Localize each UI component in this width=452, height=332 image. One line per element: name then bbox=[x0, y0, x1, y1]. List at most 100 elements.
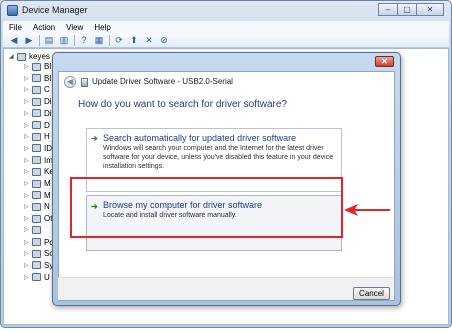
expand-arrow-icon[interactable]: ▷ bbox=[24, 98, 32, 105]
dialog-footer bbox=[58, 277, 393, 300]
scan-hardware-icon[interactable]: ⟳ bbox=[113, 35, 125, 46]
tree-item[interactable]: ▷ N bbox=[24, 202, 50, 211]
computer-icon bbox=[17, 52, 26, 61]
tree-item[interactable]: ▷ Sy bbox=[24, 261, 53, 270]
expand-arrow-icon[interactable]: ▷ bbox=[24, 145, 32, 152]
tree-item-label: D bbox=[44, 120, 50, 130]
network-adapter-icon bbox=[32, 202, 41, 211]
computer-icon bbox=[32, 62, 41, 71]
tree-item[interactable]: ▷ Im bbox=[24, 156, 53, 165]
tree-item[interactable]: ▷ Di bbox=[24, 109, 52, 118]
annotation-highlight-box bbox=[70, 177, 343, 238]
disable-device-icon[interactable]: ⊘ bbox=[158, 35, 170, 46]
update-driver-icon[interactable]: ⬆ bbox=[128, 35, 140, 46]
expand-arrow-icon[interactable]: ▷ bbox=[24, 86, 32, 93]
console-tree-icon[interactable]: ▤ bbox=[43, 35, 55, 46]
menu-file[interactable]: File bbox=[9, 23, 22, 32]
green-arrow-icon: ➔ bbox=[91, 134, 98, 143]
device-icon bbox=[81, 78, 88, 87]
menu-help[interactable]: Help bbox=[94, 23, 110, 32]
tree-item[interactable]: ▷ bbox=[24, 225, 44, 234]
forward-arrow-icon[interactable]: ▶ bbox=[23, 35, 35, 46]
expand-arrow-icon[interactable]: ▷ bbox=[24, 215, 32, 222]
display-adapter-icon bbox=[32, 109, 41, 118]
tree-root[interactable]: ◢ keyes bbox=[9, 52, 50, 61]
window-controls: – ▢ ✕ bbox=[378, 3, 444, 16]
unknown-device-icon bbox=[32, 225, 41, 234]
sound-icon bbox=[32, 249, 41, 258]
dialog-close-button[interactable]: ✕ bbox=[375, 56, 394, 67]
expand-arrow-icon[interactable]: ▷ bbox=[24, 226, 32, 233]
tree-item[interactable]: ▷ ID bbox=[24, 144, 52, 153]
close-button[interactable]: ✕ bbox=[416, 3, 444, 16]
tree-item[interactable]: ▷ C bbox=[24, 85, 50, 94]
expand-arrow-icon[interactable]: ▷ bbox=[24, 63, 32, 70]
tree-item[interactable]: ▷ M bbox=[24, 179, 51, 188]
expand-arrow-icon[interactable]: ▷ bbox=[24, 180, 32, 187]
tree-item[interactable]: ▷ U bbox=[24, 273, 50, 282]
tree-item-label: Di bbox=[44, 108, 52, 118]
tree-item[interactable]: ▷ D bbox=[24, 121, 50, 130]
help-icon[interactable]: ? bbox=[78, 35, 90, 46]
expand-arrow-icon[interactable]: ▷ bbox=[24, 239, 32, 246]
tree-item[interactable]: ▷ Di bbox=[24, 97, 52, 106]
computer-icon bbox=[32, 85, 41, 94]
menu-action[interactable]: Action bbox=[33, 23, 55, 32]
disk-drive-icon bbox=[32, 97, 41, 106]
toolbar-separator bbox=[109, 34, 110, 46]
menu-bar: File Action View Help bbox=[3, 21, 449, 33]
tree-item-label: Bl bbox=[44, 73, 52, 83]
toolbar: ◀ ▶ ▤ ▥ ? ▦ ⟳ ⬆ ✕ ⊘ bbox=[3, 33, 449, 48]
back-button[interactable]: ◀ bbox=[64, 76, 76, 88]
toolbar-separator bbox=[74, 34, 75, 46]
window-title: Device Manager bbox=[22, 5, 88, 15]
expand-arrow-icon[interactable]: ▷ bbox=[24, 75, 32, 82]
option-description: Windows will search your computer and th… bbox=[103, 145, 334, 170]
menu-view[interactable]: View bbox=[66, 23, 83, 32]
tree-item-label: H bbox=[44, 132, 50, 142]
maximize-button[interactable]: ▢ bbox=[397, 3, 417, 16]
other-devices-icon bbox=[32, 214, 41, 223]
expand-arrow-icon[interactable]: ▷ bbox=[24, 168, 32, 175]
toolbar-separator bbox=[39, 34, 40, 46]
tree-item[interactable]: ▷ H bbox=[24, 132, 50, 141]
hid-icon bbox=[32, 132, 41, 141]
expand-arrow-icon[interactable]: ▷ bbox=[24, 122, 32, 129]
tree-item-label: U bbox=[44, 272, 50, 282]
expand-arrow-icon[interactable]: ▷ bbox=[24, 133, 32, 140]
cancel-button[interactable]: Cancel bbox=[353, 287, 390, 300]
back-arrow-icon[interactable]: ◀ bbox=[8, 35, 20, 46]
expand-arrow-icon[interactable]: ▷ bbox=[24, 250, 32, 257]
tree-item-label: Bl bbox=[44, 62, 52, 71]
action-pane-icon[interactable]: ▦ bbox=[93, 35, 105, 46]
tree-item[interactable]: ▷ Bl bbox=[24, 62, 51, 71]
tree-item[interactable]: ▷ Pc bbox=[24, 238, 53, 247]
tree-item[interactable]: ▷ Bl bbox=[24, 74, 51, 83]
expand-arrow-icon[interactable]: ▷ bbox=[24, 192, 32, 199]
expand-arrow-icon[interactable]: ▷ bbox=[24, 274, 32, 281]
expand-arrow-icon[interactable]: ◢ bbox=[9, 53, 17, 60]
tree-item[interactable]: ▷ Ke bbox=[24, 167, 54, 176]
expand-arrow-icon[interactable]: ▷ bbox=[24, 157, 32, 164]
tree-root-label: keyes bbox=[29, 52, 50, 61]
bluetooth-icon bbox=[32, 74, 41, 83]
dialog-title: Update Driver Software - USB2.0-Serial bbox=[92, 77, 233, 86]
tree-item[interactable]: ▷ Sc bbox=[24, 249, 53, 258]
ide-controller-icon bbox=[32, 144, 41, 153]
expand-arrow-icon[interactable]: ▷ bbox=[24, 110, 32, 117]
uninstall-icon[interactable]: ✕ bbox=[143, 35, 155, 46]
tree-item-label: Di bbox=[44, 97, 52, 107]
tree-item[interactable]: ▷ M bbox=[24, 191, 51, 200]
dvd-drive-icon bbox=[32, 121, 41, 129]
imaging-device-icon bbox=[32, 156, 41, 165]
tree-item-label: C bbox=[44, 85, 50, 95]
monitor-icon bbox=[32, 191, 41, 200]
tree-item[interactable]: ▷ Ot bbox=[24, 214, 52, 223]
expand-arrow-icon[interactable]: ▷ bbox=[24, 203, 32, 210]
minimize-button[interactable]: – bbox=[378, 3, 398, 16]
system-devices-icon bbox=[32, 261, 41, 270]
usb-controller-icon bbox=[32, 273, 41, 282]
dialog-heading: How do you want to search for driver sof… bbox=[78, 99, 287, 110]
properties-icon[interactable]: ▥ bbox=[58, 35, 70, 46]
expand-arrow-icon[interactable]: ▷ bbox=[24, 262, 32, 269]
